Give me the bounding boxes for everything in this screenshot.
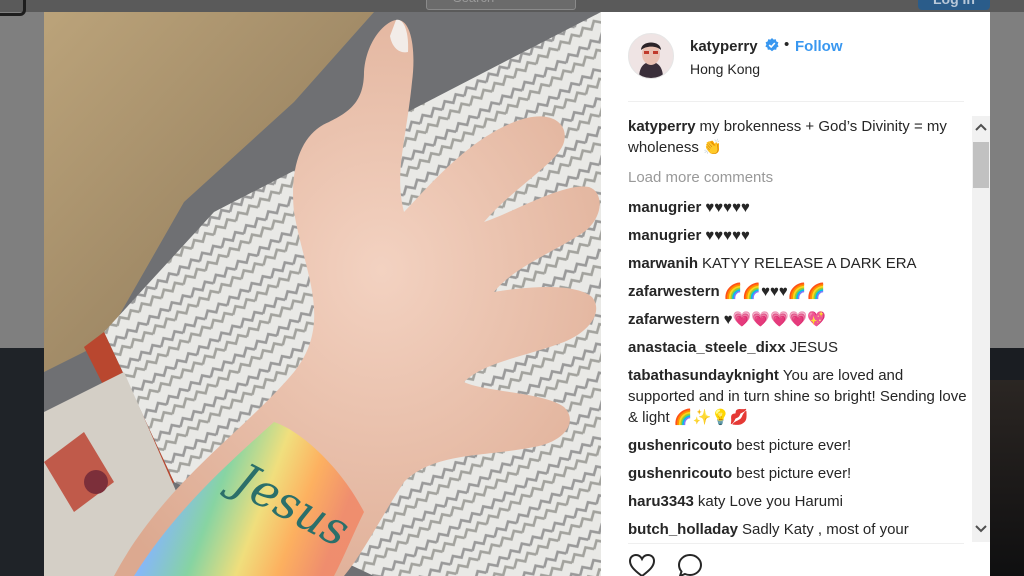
comment-username[interactable]: gushenricouto [628, 437, 732, 454]
comment-username[interactable]: tabathasundayknight [628, 367, 779, 384]
list-item: anastacia_steele_dixx JESUS [628, 337, 968, 358]
comment-username[interactable]: anastacia_steele_dixx [628, 339, 786, 356]
comment-username[interactable]: gushenricouto [628, 465, 732, 482]
list-item: gushenricouto best picture ever! [628, 435, 968, 456]
comment-username[interactable]: marwanih [628, 255, 698, 272]
post-location[interactable]: Hong Kong [690, 61, 760, 77]
actions-divider [628, 543, 964, 544]
avatar-image [629, 34, 673, 78]
comment-text: ♥💗💗💗💗💖 [723, 311, 827, 328]
scrollbar-thumb[interactable] [973, 142, 989, 188]
comment-username[interactable]: butch_holladay [628, 521, 738, 538]
list-item: manugrier ♥♥♥♥♥ [628, 197, 968, 218]
caption-username[interactable]: katyperry [628, 118, 696, 135]
background-search-input: Search [426, 0, 576, 10]
list-item: manugrier ♥♥♥♥♥ [628, 225, 968, 246]
heart-icon[interactable] [628, 552, 656, 576]
verified-badge-icon [765, 38, 779, 52]
header-divider [628, 101, 964, 102]
comment-username[interactable]: zafarwestern [628, 283, 720, 300]
comment-text: ♥♥♥♥♥ [705, 227, 750, 244]
comment-text: JESUS [789, 339, 838, 356]
comment-text: 🌈🌈♥♥♥🌈🌈 [723, 283, 826, 300]
list-item: zafarwestern ♥💗💗💗💗💖 [628, 309, 968, 330]
follow-button[interactable]: Follow [795, 38, 843, 55]
post-sidebar: katyperry • Follow Hong Kong katyperry my… [601, 12, 990, 576]
comments-scrollbar[interactable] [972, 116, 990, 542]
post-modal: Jesus katyperry • Follow Hong Kong katyp… [44, 12, 990, 576]
chevron-up-icon[interactable] [972, 116, 990, 138]
instagram-logo-icon [0, 0, 26, 16]
background-thumbnail-person [990, 380, 1024, 576]
header-separator: • [784, 36, 790, 53]
post-caption: katyperry my brokenness + God’s Divinity … [628, 116, 968, 158]
comment-text: katy Love you Harumi [697, 493, 843, 510]
background-thumbnail-left [0, 348, 44, 576]
comment-text: best picture ever! [736, 437, 852, 454]
list-item: butch_holladay Sadly Katy , most of your [628, 519, 968, 540]
list-item: zafarwestern 🌈🌈♥♥♥🌈🌈 [628, 281, 968, 302]
avatar[interactable] [628, 33, 674, 79]
comment-bubble-icon[interactable] [676, 552, 704, 576]
comment-text: KATYY RELEASE A DARK ERA [702, 255, 917, 272]
comment-username[interactable]: manugrier [628, 199, 701, 216]
list-item: tabathasundayknight You are loved and sup… [628, 365, 968, 428]
background-login-button: Log In [918, 0, 990, 10]
list-item: marwanih KATYY RELEASE A DARK ERA [628, 253, 968, 274]
comment-username[interactable]: haru3343 [628, 493, 694, 510]
load-more-comments-button[interactable]: Load more comments [628, 167, 968, 188]
list-item: gushenricouto best picture ever! [628, 463, 968, 484]
comment-username[interactable]: zafarwestern [628, 311, 720, 328]
comment-text: best picture ever! [736, 465, 852, 482]
list-item: haru3343 katy Love you Harumi [628, 491, 968, 512]
comments-list[interactable]: katyperry my brokenness + God’s Divinity … [628, 116, 968, 542]
comment-text: ♥♥♥♥♥ [705, 199, 750, 216]
post-photo: Jesus [44, 12, 601, 576]
post-photo-image: Jesus [44, 12, 601, 576]
post-username[interactable]: katyperry [690, 38, 758, 55]
comment-username[interactable]: manugrier [628, 227, 701, 244]
chevron-down-icon[interactable] [972, 518, 990, 540]
comment-text: Sadly Katy , most of your [742, 521, 909, 538]
